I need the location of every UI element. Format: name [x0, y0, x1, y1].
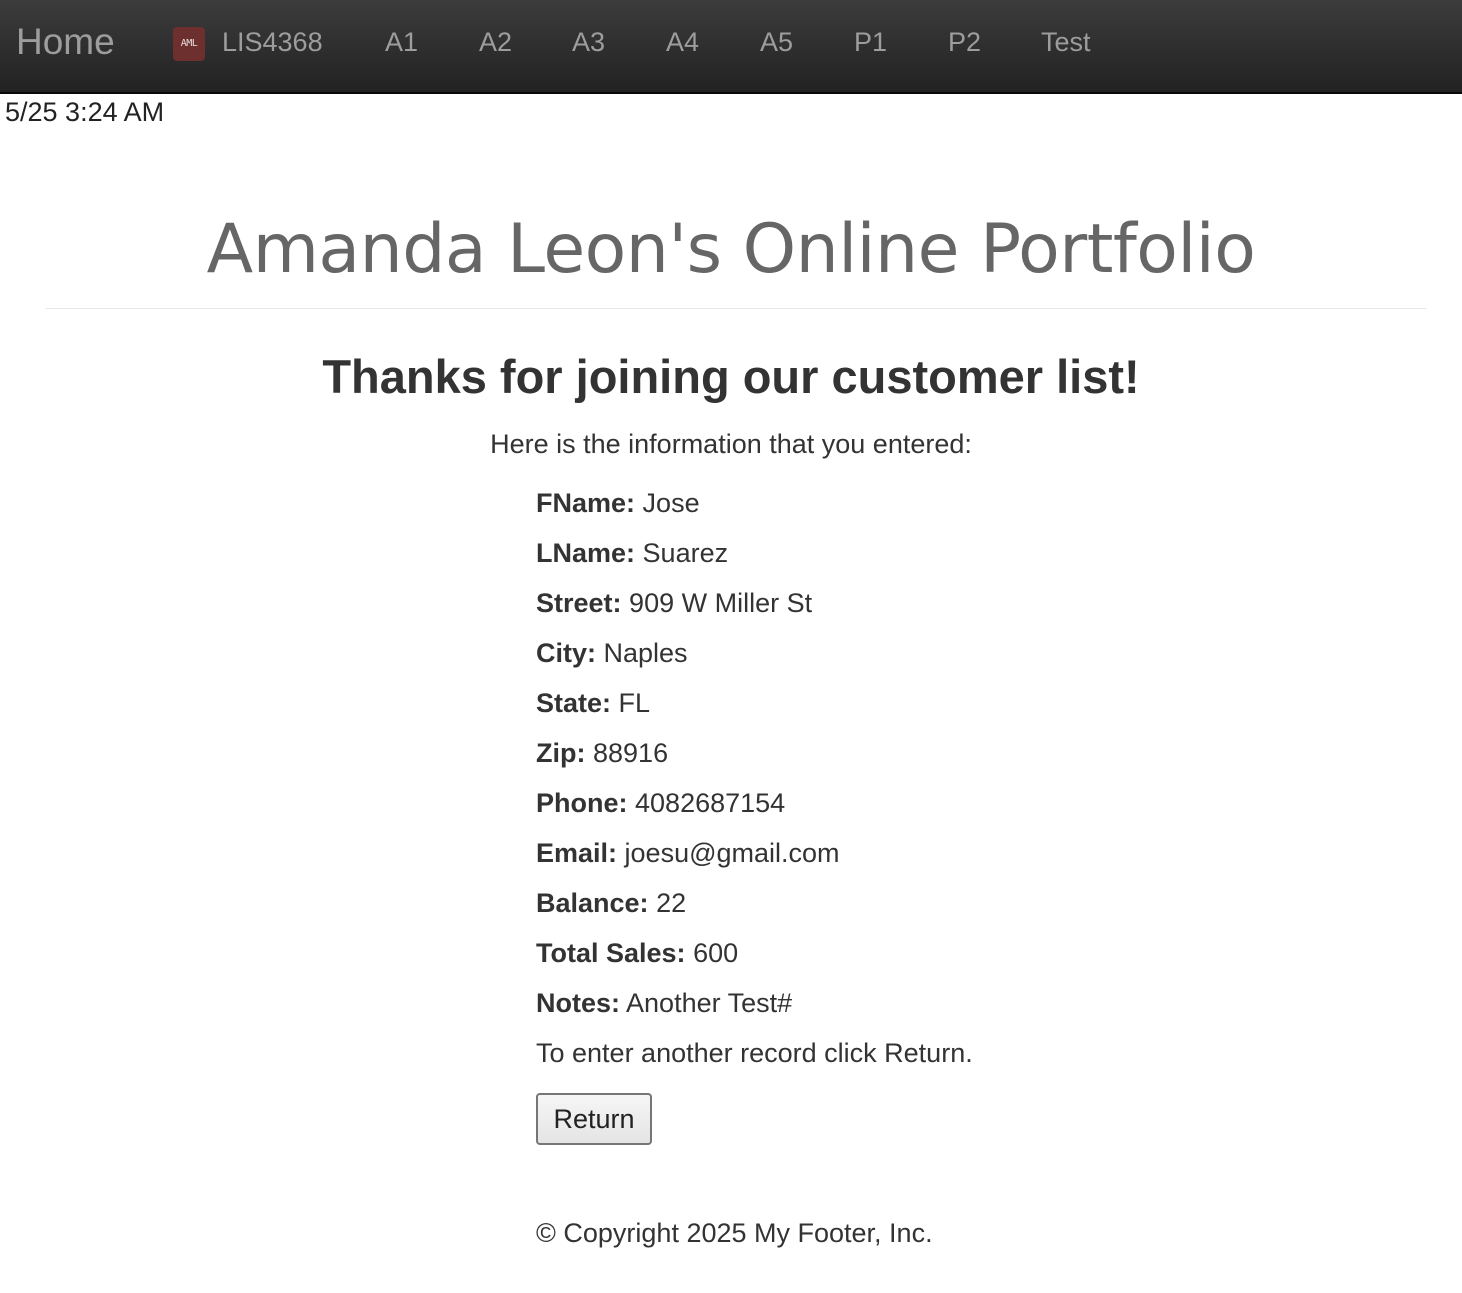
field-street: Street: 909 W Miller St	[536, 587, 812, 619]
field-label: Total Sales:	[536, 938, 686, 968]
field-value: joesu@gmail.com	[624, 838, 840, 868]
field-state: State: FL	[536, 687, 650, 719]
field-label: FName:	[536, 488, 636, 518]
return-instruction: To enter another record click Return.	[536, 1038, 973, 1068]
nav-link-a4[interactable]: A4	[666, 26, 699, 58]
field-value: 88916	[593, 738, 669, 768]
field-label: Zip:	[536, 738, 586, 768]
field-label: City:	[536, 638, 596, 668]
field-notes: Notes: Another Test#	[536, 987, 792, 1019]
field-email: Email: joesu@gmail.com	[536, 837, 840, 869]
field-balance: Balance: 22	[536, 887, 686, 919]
aml-logo-icon[interactable]: AML	[173, 27, 205, 61]
field-lname: LName: Suarez	[536, 537, 728, 569]
timestamp: 5/25 3:24 AM	[5, 97, 165, 127]
thanks-heading: Thanks for joining our customer list!	[322, 350, 1140, 403]
field-zip: Zip: 88916	[536, 737, 668, 769]
field-label: Phone:	[536, 788, 628, 818]
intro-text: Here is the information that you entered…	[490, 429, 972, 459]
footer-copyright: © Copyright 2025 My Footer, Inc.	[536, 1218, 933, 1248]
field-value: 4082687154	[635, 788, 786, 818]
field-value: Suarez	[642, 538, 729, 568]
field-value: 600	[693, 938, 739, 968]
nav-home-link[interactable]: Home	[16, 20, 115, 64]
field-value: Another Test#	[626, 988, 793, 1018]
field-value: 22	[656, 888, 687, 918]
field-label: Balance:	[536, 888, 649, 918]
field-label: Email:	[536, 838, 618, 868]
nav-link-a3[interactable]: A3	[572, 26, 605, 58]
nav-link-test[interactable]: Test	[1041, 26, 1091, 58]
field-label: Street:	[536, 588, 622, 618]
field-total-sales: Total Sales: 600	[536, 937, 738, 969]
field-value: FL	[618, 688, 651, 718]
nav-link-p2[interactable]: P2	[948, 26, 981, 58]
field-fname: FName: Jose	[536, 487, 700, 519]
field-value: Naples	[603, 638, 688, 668]
field-city: City: Naples	[536, 637, 688, 669]
field-label: State:	[536, 688, 612, 718]
title-divider	[46, 308, 1426, 309]
nav-link-a2[interactable]: A2	[479, 26, 512, 58]
field-phone: Phone: 4082687154	[536, 787, 785, 819]
field-label: Notes:	[536, 988, 621, 1018]
nav-link-a1[interactable]: A1	[385, 26, 418, 58]
top-navbar: Home AML LIS4368 A1 A2 A3 A4 A5 P1 P2 Te…	[0, 0, 1462, 94]
field-value: Jose	[642, 488, 700, 518]
nav-link-p1[interactable]: P1	[854, 26, 887, 58]
nav-link-lis4368[interactable]: LIS4368	[222, 26, 323, 58]
portfolio-title: Amanda Leon's Online Portfolio	[206, 210, 1256, 289]
field-label: LName:	[536, 538, 636, 568]
return-button[interactable]: Return	[536, 1093, 652, 1145]
field-value: 909 W Miller St	[629, 588, 813, 618]
nav-link-a5[interactable]: A5	[760, 26, 793, 58]
